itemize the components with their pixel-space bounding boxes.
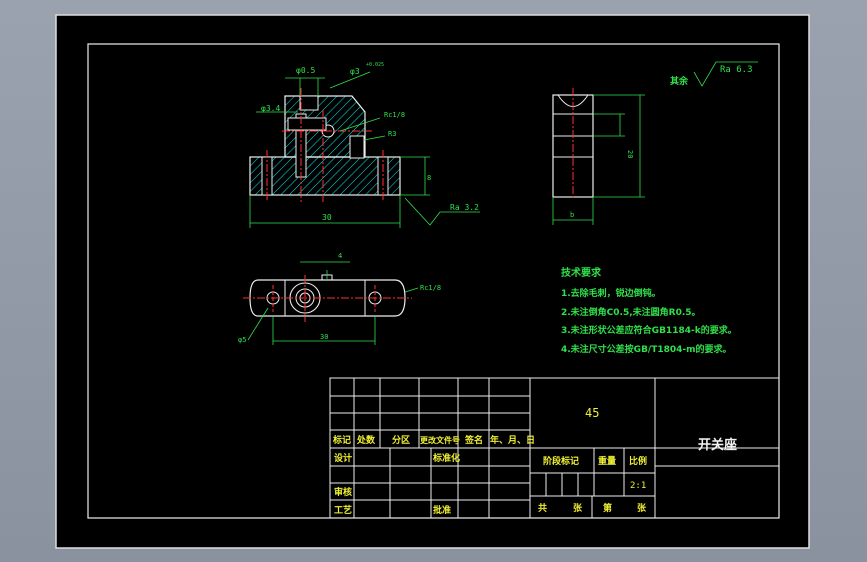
- dim-dia-top: φ0.5: [296, 66, 315, 75]
- hdr-count: 处数: [356, 434, 376, 446]
- design-label: 设计: [334, 452, 352, 464]
- cross-channel: [287, 117, 327, 131]
- tech-item-4: 4.未注尺寸公差按GB/T1804-m的要求。: [561, 343, 732, 355]
- drawing-sheet: [55, 14, 810, 549]
- plan-thread: Rc1/8: [420, 284, 441, 292]
- weight-label: 重量: [598, 455, 616, 467]
- dim-dia-hole-tol: +0.025: [366, 62, 384, 68]
- part-name: 开关座: [698, 437, 737, 453]
- rest-label: 其余: [670, 75, 689, 87]
- dim-height-8: 8: [427, 174, 431, 182]
- plan-dia: φ5: [238, 336, 246, 344]
- scale-label: 比例: [629, 455, 647, 467]
- dim-dia-left: φ3.4: [261, 104, 280, 113]
- process-label: 工艺: [334, 504, 352, 516]
- hdr-zone: 分区: [392, 434, 410, 446]
- dim-length-30: 30: [322, 213, 332, 222]
- cad-viewport[interactable]: 30 φ0.5 φ3 +0.025 φ3.4 Rc1/8 R3 8 Ra 3.2: [0, 0, 867, 562]
- plan-dim-30: 30: [320, 333, 328, 341]
- material-text: 45: [585, 406, 599, 420]
- stage-mark-label: 阶段标记: [543, 455, 579, 467]
- dim-dia-hole: φ3: [350, 67, 360, 76]
- dim-side-width: b: [570, 211, 574, 219]
- sheets-unit-2: 张: [637, 502, 647, 514]
- hdr-mark: 标记: [332, 434, 351, 446]
- top-slot: [299, 95, 319, 111]
- sheet-no-label: 第: [603, 502, 612, 514]
- hdr-sign: 签名: [464, 434, 483, 446]
- dim-side-height: 20: [626, 150, 634, 158]
- standardize-label: 标准化: [432, 452, 460, 464]
- dim-thread: Rc1/8: [384, 111, 405, 119]
- plan-dim-4: 4: [338, 252, 342, 260]
- dim-r3: R3: [388, 130, 396, 138]
- sheets-unit-1: 张: [573, 502, 583, 514]
- hdr-date: 年、月、日: [490, 434, 535, 446]
- ra-side: Ra 3.2: [450, 203, 479, 212]
- tech-item-3: 3.未注形状公差应符合GB1184-k的要求。: [561, 324, 737, 336]
- scale-value: 2:1: [630, 481, 646, 491]
- drawing-canvas[interactable]: 30 φ0.5 φ3 +0.025 φ3.4 Rc1/8 R3 8 Ra 3.2: [0, 0, 867, 562]
- tech-item-1: 1.去除毛刺，锐边倒钝。: [561, 287, 661, 299]
- sheets-total-label: 共: [538, 502, 547, 514]
- approve-label: 批准: [433, 504, 451, 516]
- right-bore: [349, 135, 365, 159]
- hdr-doc: 更改文件号: [420, 435, 460, 445]
- review-label: 审核: [334, 486, 352, 498]
- ra-rest: Ra 6.3: [720, 65, 753, 75]
- tech-item-2: 2.未注倒角C0.5,未注圆角R0.5。: [561, 306, 701, 318]
- tech-title: 技术要求: [561, 266, 602, 279]
